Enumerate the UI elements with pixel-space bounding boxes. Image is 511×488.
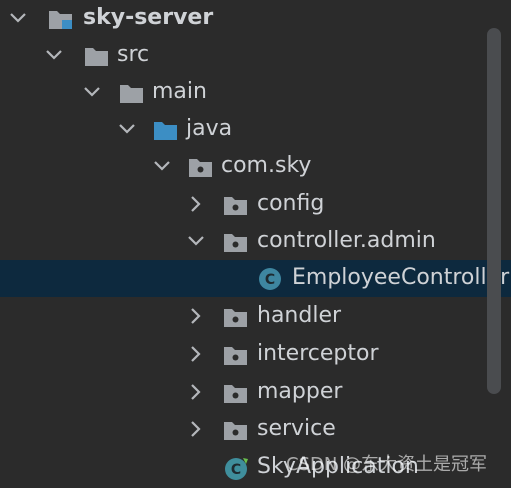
tree-row-service[interactable]: service [0,411,511,448]
tree-row-employee-controller[interactable]: C EmployeeController [0,260,511,297]
chevron-right-icon[interactable] [186,306,206,326]
package-icon [223,343,247,367]
module-folder-icon [48,7,72,31]
class-icon: C [258,267,282,291]
tree-row-label: mapper [257,379,343,404]
chevron-right-icon[interactable] [186,419,206,439]
source-root-folder-icon [153,118,177,142]
spring-boot-class-icon: C [224,456,248,480]
folder-icon [119,81,143,105]
tree-row-src[interactable]: src [0,37,511,74]
tree-row-label: controller.admin [257,228,436,253]
chevron-down-icon[interactable] [117,119,137,139]
tree-row-interceptor[interactable]: interceptor [0,336,511,373]
tree-row-label: handler [257,303,342,328]
chevron-down-icon[interactable] [186,231,206,251]
tree-row-java[interactable]: java [0,111,511,148]
package-icon [188,155,212,179]
tree-row-config[interactable]: config [0,186,511,223]
chevron-down-icon[interactable] [82,82,102,102]
tree-row-mapper[interactable]: mapper [0,374,511,411]
package-icon [223,230,247,254]
project-tree-panel: sky-server src main java com.sky config … [0,0,511,488]
tree-row-com-sky[interactable]: com.sky [0,148,511,185]
tree-row-label: sky-server [83,5,214,30]
tree-row-label: EmployeeController [292,265,510,290]
package-icon [223,418,247,442]
tree-row-handler[interactable]: handler [0,298,511,335]
package-icon [223,381,247,405]
vertical-scrollbar[interactable] [487,28,501,394]
folder-icon [84,44,108,68]
watermark-text: CSDN @东大资土是冠军 [286,454,488,475]
package-icon [223,193,247,217]
tree-row-label: config [257,191,325,216]
tree-row-controller-admin[interactable]: controller.admin [0,223,511,260]
chevron-down-icon[interactable] [44,45,64,65]
package-icon [223,305,247,329]
svg-text:C: C [265,272,275,288]
chevron-right-icon[interactable] [186,344,206,364]
tree-row-label: java [186,116,233,141]
chevron-right-icon[interactable] [186,382,206,402]
tree-row-label: interceptor [257,341,379,366]
tree-row-label: com.sky [221,153,312,178]
svg-text:C: C [231,462,241,478]
chevron-right-icon[interactable] [186,194,206,214]
chevron-down-icon[interactable] [8,8,28,28]
tree-row-label: service [257,416,336,441]
tree-row-main[interactable]: main [0,74,511,111]
tree-row-label: main [152,79,207,104]
tree-row-sky-server[interactable]: sky-server [0,0,511,37]
chevron-down-icon[interactable] [152,156,172,176]
tree-row-label: src [117,42,150,67]
